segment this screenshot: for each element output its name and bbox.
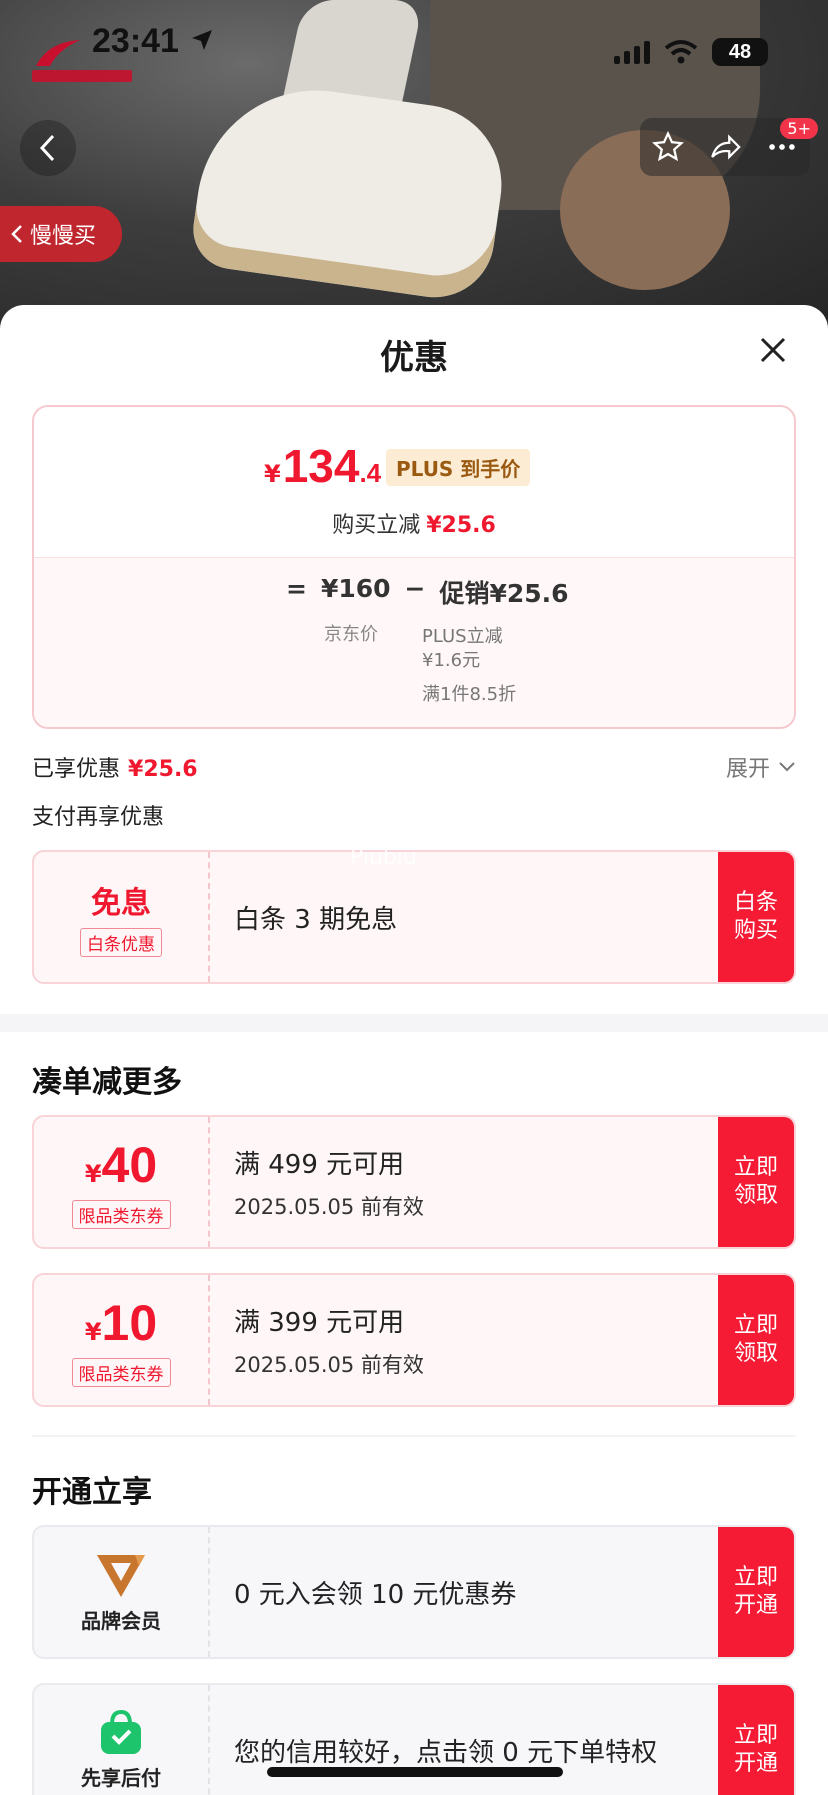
baitiao-tag: 白条优惠 <box>80 927 162 957</box>
brand-member-info: 0 元入会领 10 元优惠券 <box>234 1527 516 1657</box>
purchase-reduce-line: 购买立减 ¥25.6 <box>34 507 794 539</box>
divider-line <box>32 1435 796 1437</box>
slow-buy-label: 慢慢买 <box>30 224 97 249</box>
brand-member-card[interactable]: 品牌会员 0 元入会领 10 元优惠券 立即开通 <box>32 1525 796 1659</box>
coupon-amount: ¥ 40 <box>85 1136 157 1194</box>
price-currency: ¥ <box>264 460 281 488</box>
coupon-currency: ¥ <box>84 1317 102 1346</box>
more-section-title: 凑单减更多 <box>32 1065 182 1100</box>
brand-member-logo-icon <box>97 1554 145 1597</box>
coupon-value-block: ¥ 10 限品类东券 <box>34 1275 210 1405</box>
close-icon[interactable] <box>758 335 788 365</box>
interest-free-title: 免息 <box>91 885 151 921</box>
coupon-card[interactable]: ¥ 10 限品类东券 满 399 元可用 2025.05.05 前有效 立即领取 <box>32 1273 796 1407</box>
coupon-tag: 限品类东券 <box>71 1199 171 1229</box>
pay-later-desc: 您的信用较好，点击领 0 元下单特权 <box>234 1737 658 1768</box>
open-pay-later-button[interactable]: 立即开通 <box>718 1685 794 1795</box>
enjoyed-discount: 已享优惠 ¥25.6 <box>32 751 198 783</box>
share-icon[interactable] <box>708 130 742 164</box>
jd-price-label: 京东价 <box>324 624 378 645</box>
brand-member-label: 品牌会员 <box>81 1608 161 1633</box>
coupon-info: 满 499 元可用 2025.05.05 前有效 <box>234 1117 424 1247</box>
cellular-signal-icon <box>614 40 650 64</box>
coupon-tag: 限品类东券 <box>71 1357 171 1387</box>
coupon-amount: ¥ 10 <box>85 1294 157 1352</box>
price-decimal: .4 <box>359 458 382 488</box>
status-time: 23:41 <box>92 22 179 60</box>
expand-label: 展开 <box>725 757 770 782</box>
plus-reduce-value: ¥1.6元 <box>422 650 481 671</box>
message-count-badge: 5+ <box>780 118 818 139</box>
shopping-bag-icon <box>101 1709 141 1754</box>
coupon-currency: ¥ <box>84 1159 102 1188</box>
plus-price-tag: PLUS 到手价 <box>386 449 531 486</box>
pay-more-label: 支付再享优惠 <box>32 805 165 830</box>
chevron-down-icon <box>779 762 795 772</box>
coupon-condition: 满 499 元可用 <box>234 1149 405 1180</box>
join-member-button[interactable]: 立即开通 <box>718 1527 794 1657</box>
chevron-left-icon <box>11 225 22 243</box>
reduce-label: 购买立减 <box>332 513 421 538</box>
open-section-title: 开通立享 <box>32 1475 152 1510</box>
price-formula: = ¥160 − 促销¥25.6 <box>286 574 569 610</box>
brand-member-block: 品牌会员 <box>34 1527 210 1657</box>
jd-price: ¥160 <box>320 574 391 603</box>
minus-sign: − <box>404 574 426 603</box>
baitiao-buy-button[interactable]: 白条购买 <box>718 852 794 982</box>
watermark-text: Piubiu <box>350 845 417 870</box>
pay-later-label: 先享后付 <box>81 1765 161 1790</box>
enjoyed-label: 已享优惠 <box>32 757 121 782</box>
coupon-expiry: 2025.05.05 前有效 <box>234 1194 424 1219</box>
coupon-card[interactable]: ¥ 40 限品类东券 满 499 元可用 2025.05.05 前有效 立即领取 <box>32 1115 796 1249</box>
coupon-condition: 满 399 元可用 <box>234 1307 405 1338</box>
baitiao-info: 白条 3 期免息 <box>234 852 397 982</box>
battery-indicator: 48 <box>712 38 768 66</box>
favorite-star-icon[interactable] <box>651 130 685 164</box>
pay-later-card[interactable]: 先享后付 您的信用较好，点击领 0 元下单特权 立即开通 <box>32 1683 796 1795</box>
section-divider <box>0 1014 828 1032</box>
chevron-left-icon <box>39 134 55 162</box>
discount-rule: 满1件8.5折 <box>422 684 517 705</box>
plus-reduce-label: PLUS立减 <box>422 626 503 647</box>
price-breakdown-card: ¥ 134 .4 PLUS 到手价 购买立减 ¥25.6 = ¥160 − 促销¥… <box>32 405 796 729</box>
pay-later-info: 您的信用较好，点击领 0 元下单特权 <box>234 1685 657 1795</box>
back-button[interactable] <box>20 120 76 176</box>
equals-sign: = <box>286 574 307 603</box>
home-indicator[interactable] <box>267 1767 563 1777</box>
pay-later-block: 先享后付 <box>34 1685 210 1795</box>
enjoyed-value: ¥25.6 <box>128 757 198 782</box>
coupon-amount-value: 10 <box>101 1294 158 1351</box>
wifi-icon <box>664 40 698 64</box>
baitiao-left: 免息 白条优惠 <box>34 852 210 982</box>
discount-sheet: 优惠 ¥ 134 .4 PLUS 到手价 购买立减 ¥25.6 = ¥160 − … <box>0 305 828 1795</box>
final-price-section: ¥ 134 .4 PLUS 到手价 购买立减 ¥25.6 <box>34 407 794 557</box>
coupon-info: 满 399 元可用 2025.05.05 前有效 <box>234 1275 424 1405</box>
coupon-value-block: ¥ 40 限品类东券 <box>34 1117 210 1247</box>
price-integer: 134 <box>282 440 360 492</box>
slow-buy-button[interactable]: 慢慢买 <box>0 206 122 262</box>
location-arrow-icon <box>192 30 212 50</box>
promo-amount: 促销¥25.6 <box>439 579 569 608</box>
coupon-expiry: 2025.05.05 前有效 <box>234 1352 424 1377</box>
price-formula-section: = ¥160 − 促销¥25.6 京东价 PLUS立减 ¥1.6元 满1件8.5… <box>34 557 794 727</box>
claim-coupon-button[interactable]: 立即领取 <box>718 1275 794 1405</box>
coupon-amount-value: 40 <box>101 1136 158 1193</box>
status-icons: 48 <box>614 38 768 66</box>
reduce-value: ¥25.6 <box>426 513 496 538</box>
claim-coupon-button[interactable]: 立即领取 <box>718 1117 794 1247</box>
brand-member-desc: 0 元入会领 10 元优惠券 <box>234 1579 517 1610</box>
sheet-title: 优惠 <box>380 338 448 378</box>
baitiao-offer-card[interactable]: 免息 白条优惠 白条 3 期免息 白条购买 <box>32 850 796 984</box>
expand-toggle[interactable]: 展开 <box>726 751 796 783</box>
baitiao-desc: 白条 3 期免息 <box>234 904 398 935</box>
final-price: ¥ 134 .4 <box>264 439 381 493</box>
